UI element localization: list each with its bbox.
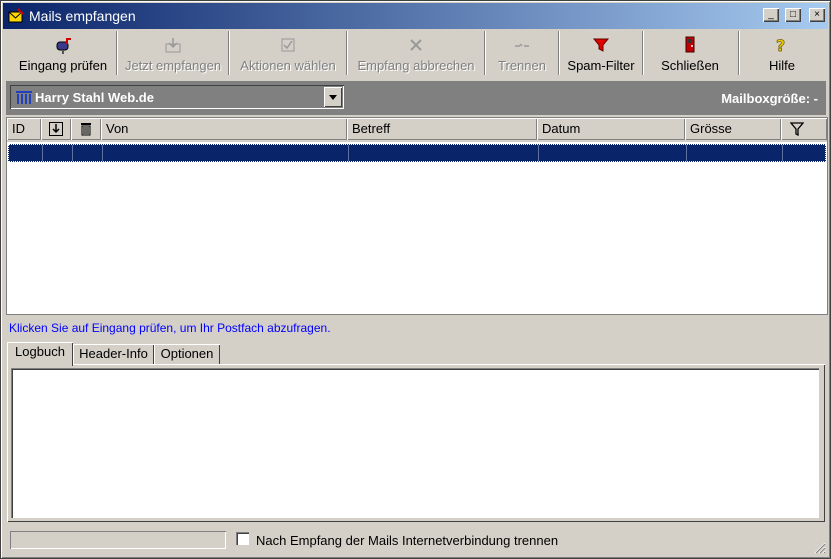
- choose-actions-button[interactable]: Aktionen wählen: [230, 30, 346, 76]
- progress-bar: [10, 531, 226, 549]
- svg-text:?: ?: [776, 36, 785, 54]
- download-icon: [165, 38, 181, 53]
- status-bar: Nach Empfang der Mails Internetverbindun…: [3, 528, 828, 556]
- list-header: ID Von Betreff Datum Grösse: [7, 118, 827, 142]
- column-id[interactable]: ID: [7, 118, 41, 140]
- table-row[interactable]: [8, 144, 826, 162]
- column-download[interactable]: [41, 118, 71, 140]
- column-date[interactable]: Datum: [537, 118, 685, 140]
- download-arrow-icon: [49, 122, 63, 136]
- disconnect-label: Trennen: [498, 58, 546, 73]
- close-window-button[interactable]: ×: [809, 8, 825, 22]
- funnel-icon: [592, 38, 610, 52]
- close-button[interactable]: Schließen: [644, 30, 736, 76]
- choose-actions-label: Aktionen wählen: [240, 58, 336, 73]
- account-selected-value: Harry Stahl Web.de: [35, 90, 154, 105]
- help-button[interactable]: ? Hilfe: [740, 30, 824, 76]
- minimize-button[interactable]: _: [763, 8, 779, 22]
- disconnect-button[interactable]: Trennen: [486, 30, 558, 76]
- receive-now-button[interactable]: Jetzt empfangen: [118, 30, 228, 76]
- minimize-icon: _: [768, 9, 774, 20]
- column-delete[interactable]: [71, 118, 101, 140]
- help-icon: ?: [776, 36, 786, 54]
- mail-list[interactable]: ID Von Betreff Datum Grösse: [6, 117, 828, 315]
- log-textarea[interactable]: [11, 368, 819, 518]
- column-filter[interactable]: [781, 118, 827, 140]
- resize-grip-icon[interactable]: [812, 540, 826, 554]
- disconnect-after-receive-label[interactable]: Nach Empfang der Mails Internetverbindun…: [256, 533, 558, 548]
- log-panel: [7, 364, 825, 522]
- trash-icon: [81, 123, 91, 136]
- help-label: Hilfe: [768, 58, 795, 73]
- column-size[interactable]: Grösse: [685, 118, 781, 140]
- window-title: Mails empfangen: [29, 8, 136, 24]
- disconnect-after-receive-checkbox[interactable]: [236, 532, 249, 545]
- title-bar[interactable]: Mails empfangen _ □ ×: [3, 3, 828, 29]
- check-inbox-label: Eingang prüfen: [18, 58, 108, 73]
- row-divider: [102, 145, 103, 161]
- maximize-icon: □: [789, 9, 797, 20]
- app-envelope-icon: [8, 8, 24, 23]
- toolbar: Eingang prüfen Jetzt empfangen Aktionen …: [4, 29, 828, 77]
- mailbox-size: Mailboxgröße: -: [721, 91, 818, 106]
- column-subject[interactable]: Betreff: [347, 118, 537, 140]
- row-divider: [348, 145, 349, 161]
- row-divider: [782, 145, 783, 161]
- cancel-x-icon: [410, 39, 422, 51]
- account-server-icon: [16, 91, 32, 104]
- exit-door-icon: [685, 36, 695, 53]
- filter-funnel-icon: [790, 122, 804, 136]
- tab-logbuch[interactable]: Logbuch: [7, 342, 73, 366]
- row-divider: [538, 145, 539, 161]
- checkbox-icon: [281, 38, 295, 52]
- status-hint: Klicken Sie auf Eingang prüfen, um Ihr P…: [9, 321, 331, 335]
- mailbox-icon: [56, 38, 71, 54]
- receive-now-label: Jetzt empfangen: [124, 58, 222, 73]
- account-select[interactable]: Harry Stahl Web.de: [10, 85, 344, 109]
- check-inbox-button[interactable]: Eingang prüfen: [10, 30, 116, 76]
- row-divider: [42, 145, 43, 161]
- spam-filter-button[interactable]: Spam-Filter: [560, 30, 642, 76]
- account-bar: Harry Stahl Web.de Mailboxgröße: -: [6, 81, 826, 115]
- row-divider: [72, 145, 73, 161]
- column-from[interactable]: Von: [101, 118, 347, 140]
- chevron-down-icon[interactable]: [324, 87, 342, 107]
- mail-receive-window: Mails empfangen _ □ × Eingang prüfen Jet…: [0, 0, 831, 559]
- tab-header-info[interactable]: Header-Info: [73, 344, 154, 364]
- spam-filter-label: Spam-Filter: [567, 58, 635, 73]
- cancel-receive-label: Empfang abbrechen: [357, 58, 475, 73]
- close-label: Schließen: [661, 58, 719, 73]
- row-divider: [686, 145, 687, 161]
- maximize-button[interactable]: □: [785, 8, 801, 22]
- cancel-receive-button[interactable]: Empfang abbrechen: [348, 30, 484, 76]
- tab-optionen[interactable]: Optionen: [154, 344, 220, 364]
- close-icon: ×: [814, 9, 820, 20]
- disconnect-icon: [515, 43, 529, 47]
